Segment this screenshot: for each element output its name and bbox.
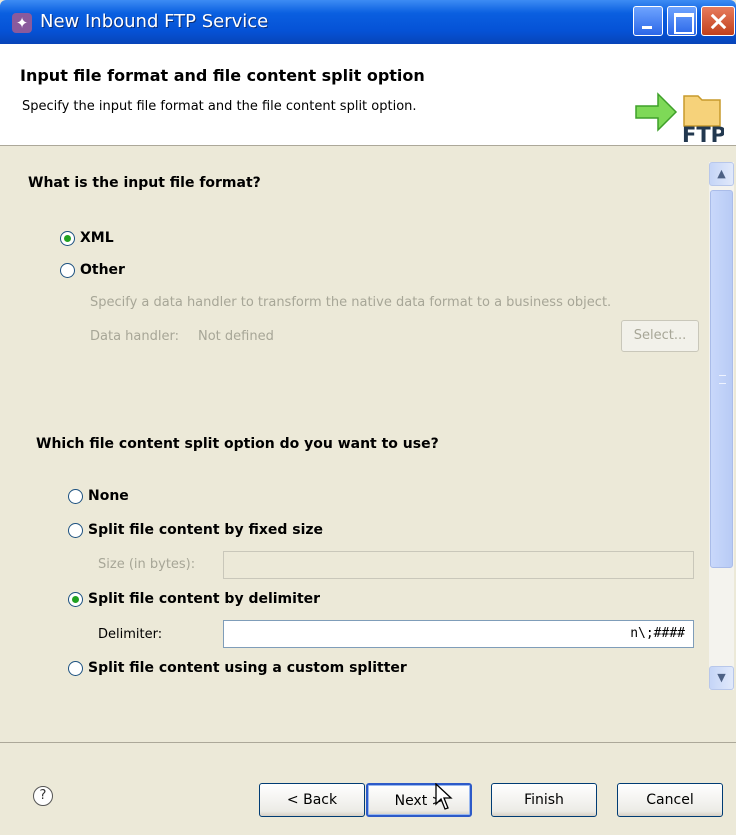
radio-label: Split file content using a custom splitt… — [88, 660, 407, 676]
page-title: Input file format and file content split… — [20, 66, 425, 85]
svg-text:FTP: FTP — [682, 123, 724, 146]
wizard-header: Input file format and file content split… — [0, 44, 736, 146]
radio-fixed-size[interactable]: Split file content by fixed size — [68, 522, 323, 538]
next-button[interactable]: Next > — [366, 783, 472, 817]
delimiter-label: Delimiter: — [98, 627, 163, 642]
radio-label: None — [88, 488, 129, 504]
grip-icon — [719, 375, 726, 384]
back-button[interactable]: < Back — [259, 783, 365, 817]
ftp-icon: FTP — [635, 92, 724, 146]
window-title: New Inbound FTP Service — [40, 11, 269, 32]
size-input[interactable] — [223, 551, 694, 579]
finish-button[interactable]: Finish — [491, 783, 597, 817]
help-icon[interactable]: ? — [33, 786, 53, 806]
button-bar: ? < Back Next > Finish Cancel — [0, 742, 736, 835]
minimize-button[interactable] — [633, 6, 663, 36]
radio-indicator — [60, 262, 75, 278]
data-handler-hint: Specify a data handler to transform the … — [90, 295, 612, 310]
radio-none[interactable]: None — [68, 488, 129, 504]
radio-label: Other — [80, 262, 125, 278]
scroll-thumb[interactable] — [710, 190, 733, 568]
scroll-up-icon[interactable]: ▲ — [709, 162, 734, 186]
maximize-button[interactable] — [667, 6, 697, 36]
scroll-down-icon[interactable]: ▼ — [709, 666, 734, 690]
page-description: Specify the input file format and the fi… — [22, 99, 417, 114]
select-data-handler-button[interactable]: Select... — [621, 320, 699, 352]
format-question: What is the input file format? — [28, 175, 261, 191]
radio-other[interactable]: Other — [60, 262, 125, 278]
title-bar: ✦ New Inbound FTP Service — [0, 0, 736, 44]
radio-label: Split file content by delimiter — [88, 591, 321, 607]
radio-xml[interactable]: XML — [60, 230, 114, 246]
size-label: Size (in bytes): — [98, 557, 196, 572]
close-button[interactable] — [701, 6, 735, 36]
data-handler-label: Data handler: — [90, 329, 179, 344]
delimiter-input[interactable]: n\;#### — [223, 620, 694, 648]
radio-label: XML — [80, 230, 114, 246]
mouse-pointer-icon — [435, 783, 453, 810]
radio-indicator — [68, 522, 83, 538]
radio-indicator — [68, 488, 83, 504]
radio-indicator — [68, 660, 83, 676]
radio-label: Split file content by fixed size — [88, 522, 324, 538]
app-icon: ✦ — [12, 13, 32, 33]
radio-indicator — [68, 591, 83, 607]
radio-delimiter[interactable]: Split file content by delimiter — [68, 591, 320, 607]
data-handler-value: Not defined — [198, 329, 274, 344]
radio-custom-splitter[interactable]: Split file content using a custom splitt… — [68, 660, 407, 676]
split-question: Which file content split option do you w… — [36, 436, 439, 452]
cancel-button[interactable]: Cancel — [617, 783, 723, 817]
wizard-content: What is the input file format? XML Other… — [0, 150, 736, 690]
radio-indicator — [60, 230, 75, 246]
vertical-scrollbar[interactable]: ▲ ▼ — [709, 162, 734, 690]
